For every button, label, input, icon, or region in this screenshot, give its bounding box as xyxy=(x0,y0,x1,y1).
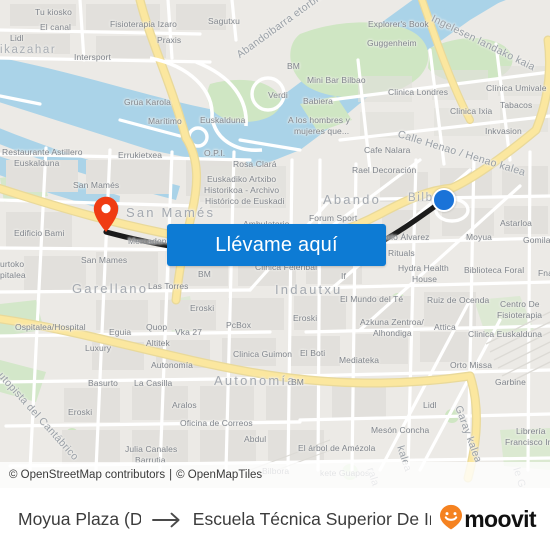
destination-dot-icon[interactable] xyxy=(432,188,456,212)
map-attribution: © OpenStreetMap contributors | © OpenMap… xyxy=(0,462,550,488)
attribution-osm[interactable]: © OpenStreetMap contributors xyxy=(9,469,165,481)
route-footer-bar: Moyua Plaza (D... Escuela Técnica Superi… xyxy=(0,488,550,550)
moovit-logo[interactable]: moovit xyxy=(439,504,537,535)
arrow-right-icon xyxy=(151,512,182,528)
attribution-separator: | xyxy=(169,469,173,481)
take-me-here-button[interactable]: Llévame aquí xyxy=(167,224,386,266)
map-canvas[interactable]: Tu kiosko El canal Lidl Fisioterapia Izaro S… xyxy=(0,0,550,488)
moovit-map-screen: Tu kiosko El canal Lidl Fisioterapia Izaro S… xyxy=(0,0,550,550)
route-destination-label: Escuela Técnica Superior De Ing... xyxy=(192,509,431,529)
moovit-wordmark: moovit xyxy=(464,506,536,532)
origin-pin-icon[interactable] xyxy=(93,196,119,233)
moovit-pin-icon xyxy=(439,504,463,535)
route-summary[interactable]: Moyua Plaza (D... Escuela Técnica Superi… xyxy=(18,509,431,530)
route-origin-label: Moyua Plaza (D... xyxy=(18,509,141,529)
attribution-maptiles[interactable]: © OpenMapTiles xyxy=(176,469,262,481)
